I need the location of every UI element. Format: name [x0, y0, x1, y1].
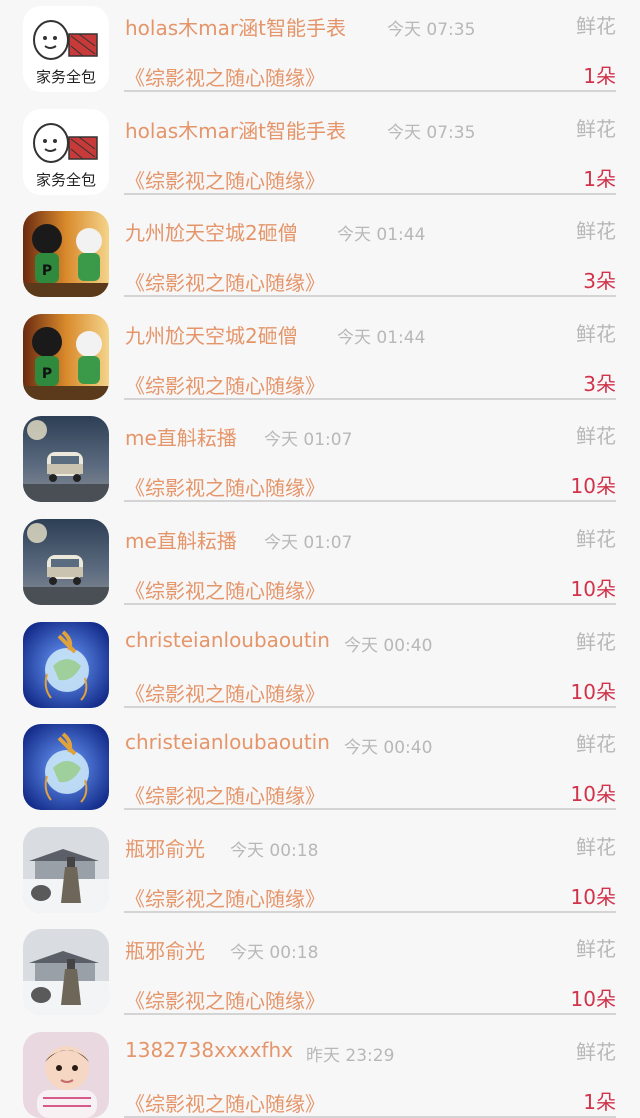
gift-count: 1朵 — [583, 64, 616, 88]
user-name[interactable]: 1382738xxxxfhx — [125, 1038, 293, 1062]
list-item[interactable]: 家务全包 holas木mar涵t智能手表 今天 07:35 鲜花《综影视之随心随缘》 1… — [0, 103, 640, 206]
row-divider — [124, 705, 616, 708]
book-title-link[interactable]: 《综影视之随心随缘》 — [125, 62, 325, 91]
book-title-link[interactable]: 《综影视之随心随缘》 — [125, 883, 325, 912]
figurines-avatar[interactable]: P — [23, 313, 109, 400]
user-name[interactable]: 瓶邪俞光 — [125, 935, 205, 964]
gift-type-label: 鲜花 — [576, 14, 616, 38]
row-divider — [124, 90, 616, 92]
user-name[interactable]: 九州尬天空城2砸僧 — [125, 217, 298, 246]
user-name[interactable]: holas木mar涵t智能手表 — [125, 115, 346, 144]
list-item[interactable]: P 九州尬天空城2砸僧 今天 01:44 鲜花《综影视之随心随缘》 3朵 — [0, 205, 640, 308]
user-name[interactable]: 瓶邪俞光 — [125, 833, 205, 862]
timestamp: 今天 01:44 — [337, 225, 426, 246]
van-avatar[interactable] — [23, 519, 109, 605]
list-item[interactable]: me直斛耘播 今天 01:07 鲜花《综影视之随心随缘》 10朵 — [0, 410, 640, 513]
list-item[interactable]: 1382738xxxxfhx 昨天 23:29 鲜花《综影视之随心随缘》 1朵 — [0, 1026, 640, 1118]
user-name[interactable]: me直斛耘播 — [125, 422, 237, 451]
timestamp: 今天 01:44 — [337, 327, 426, 348]
timestamp: 今天 00:18 — [230, 840, 319, 861]
globe-avatar[interactable] — [23, 621, 109, 708]
book-title-link[interactable]: 《综影视之随心随缘》 — [125, 267, 325, 296]
gift-type-label: 鲜花 — [576, 219, 616, 244]
gift-type-label: 鲜花 — [576, 629, 616, 654]
timestamp: 今天 07:35 — [387, 122, 476, 143]
gift-count: 1朵 — [583, 166, 616, 191]
svg-text:P: P — [42, 366, 52, 382]
gift-count: 10朵 — [570, 679, 616, 704]
user-name[interactable]: holas木mar涵t智能手表 — [125, 12, 346, 41]
gift-count: 10朵 — [570, 987, 616, 1012]
timestamp: 今天 01:07 — [264, 533, 353, 553]
gift-type-label: 鲜花 — [576, 424, 616, 449]
timestamp: 昨天 23:29 — [306, 1046, 395, 1066]
book-title-link[interactable]: 《综影视之随心随缘》 — [125, 165, 325, 194]
list-item[interactable]: P 九州尬天空城2砸僧 今天 01:44 鲜花《综影视之随心随缘》 3朵 — [0, 308, 640, 411]
book-title-link[interactable]: 《综影视之随心随缘》 — [125, 780, 325, 809]
row-divider — [124, 1013, 616, 1016]
row-divider — [124, 910, 616, 913]
row-divider — [124, 295, 616, 298]
gift-type-label: 鲜花 — [576, 1040, 616, 1064]
book-title-link[interactable]: 《综影视之随心随缘》 — [125, 472, 325, 501]
row-divider — [124, 192, 616, 195]
row-divider — [124, 808, 616, 811]
list-item[interactable]: 家务全包 holas木mar涵t智能手表 今天 07:35 鲜花《综影视之随心随缘》 1… — [0, 0, 640, 103]
timestamp: 今天 00:40 — [344, 738, 433, 759]
gift-count: 10朵 — [570, 474, 616, 499]
figurines-avatar[interactable]: P — [23, 211, 109, 298]
list-item[interactable]: 瓶邪俞光 今天 00:18 鲜花《综影视之随心随缘》 10朵 — [0, 923, 640, 1026]
baby-avatar[interactable] — [23, 1032, 109, 1118]
gift-type-label: 鲜花 — [576, 834, 616, 859]
row-divider — [124, 397, 616, 400]
gift-type-label: 鲜花 — [576, 937, 616, 962]
list-item[interactable]: christeianloubaoutin 今天 00:40 鲜花《综影视之随心随缘》… — [0, 616, 640, 719]
timestamp: 今天 00:40 — [344, 635, 433, 656]
timestamp: 今天 07:35 — [387, 20, 476, 40]
globe-avatar[interactable] — [23, 724, 109, 811]
book-title-link[interactable]: 《综影视之随心随缘》 — [125, 1088, 325, 1117]
book-title-link[interactable]: 《综影视之随心随缘》 — [125, 678, 325, 707]
gift-type-label: 鲜花 — [576, 321, 616, 346]
gift-type-label: 鲜花 — [576, 116, 616, 141]
timestamp: 今天 00:18 — [230, 943, 319, 964]
gift-count: 10朵 — [570, 577, 616, 601]
user-name[interactable]: christeianloubaoutin — [125, 730, 330, 754]
list-item[interactable]: me直斛耘播 今天 01:07 鲜花《综影视之随心随缘》 10朵 — [0, 513, 640, 616]
van-avatar[interactable] — [23, 416, 109, 503]
snow-palace-avatar[interactable] — [23, 826, 109, 913]
book-title-link[interactable]: 《综影视之随心随缘》 — [125, 575, 325, 604]
user-name[interactable]: 九州尬天空城2砸僧 — [125, 320, 298, 349]
list-item[interactable]: 瓶邪俞光 今天 00:18 鲜花《综影视之随心随缘》 10朵 — [0, 821, 640, 924]
user-name[interactable]: me直斛耘播 — [125, 525, 237, 554]
timestamp: 今天 01:07 — [264, 430, 353, 451]
list-item[interactable]: christeianloubaoutin 今天 00:40 鲜花《综影视之随心随缘》… — [0, 718, 640, 821]
gift-count: 3朵 — [583, 371, 616, 396]
housework-avatar[interactable]: 家务全包 — [23, 6, 109, 92]
svg-text:家务全包: 家务全包 — [36, 171, 96, 189]
gift-count: 3朵 — [583, 269, 616, 294]
gift-count: 10朵 — [570, 782, 616, 807]
book-title-link[interactable]: 《综影视之随心随缘》 — [125, 370, 325, 399]
gift-type-label: 鲜花 — [576, 732, 616, 757]
svg-text:家务全包: 家务全包 — [36, 68, 96, 86]
snow-palace-avatar[interactable] — [23, 929, 109, 1016]
book-title-link[interactable]: 《综影视之随心随缘》 — [125, 985, 325, 1014]
gift-record-list: 家务全包 holas木mar涵t智能手表 今天 07:35 鲜花 《综影视之随心随缘》 1… — [0, 0, 640, 1118]
svg-text:P: P — [42, 263, 52, 279]
gift-type-label: 鲜花 — [576, 527, 616, 551]
gift-count: 10朵 — [570, 884, 616, 909]
housework-avatar[interactable]: 家务全包 — [23, 108, 109, 195]
row-divider — [124, 603, 616, 605]
gift-count: 1朵 — [583, 1090, 616, 1114]
user-name[interactable]: christeianloubaoutin — [125, 628, 330, 652]
row-divider — [124, 500, 616, 503]
